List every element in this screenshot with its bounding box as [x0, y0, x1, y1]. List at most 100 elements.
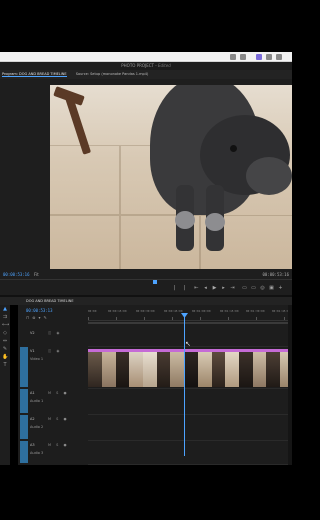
source-patch-a1[interactable] [20, 389, 28, 413]
mark-in-icon[interactable]: | [172, 286, 177, 291]
ruler-tick [116, 317, 117, 320]
tab-program[interactable]: Program: DOG AND BREAD TIMELINE [2, 72, 67, 77]
add-button-icon[interactable]: + [278, 286, 283, 291]
source-patch-v1[interactable] [20, 347, 28, 387]
play-icon[interactable]: ▶ [212, 286, 217, 291]
compare-icon[interactable]: ▣ [269, 286, 274, 291]
video-clip[interactable] [88, 349, 102, 387]
track-label: A2 [30, 417, 35, 421]
lane-a1[interactable] [88, 389, 292, 415]
lane-a3[interactable] [88, 441, 292, 465]
time-ruler[interactable]: 00:00 00:00:15:00 00:00:30:00 00:00:45:0… [88, 309, 292, 321]
video-clip[interactable] [143, 349, 157, 387]
letterbox-top [0, 0, 292, 52]
settings-icon[interactable] [266, 54, 272, 60]
floor-tile [50, 145, 120, 215]
timeline-toolbar: ⊓⊗▾✎ [26, 315, 50, 320]
go-to-in-icon[interactable]: ⇤ [194, 286, 199, 291]
lane-a2[interactable] [88, 415, 292, 441]
ripple-edit-icon[interactable]: ⟷ [2, 323, 9, 328]
video-clip[interactable] [198, 349, 212, 387]
timeline-settings-icon[interactable]: ✎ [44, 315, 50, 320]
step-back-icon[interactable]: ◂ [203, 286, 208, 291]
share-icon[interactable] [230, 54, 236, 60]
tab-source[interactable]: Source: Setup (mononoke Pandas 1.mp4) [76, 72, 149, 76]
source-patch-a3[interactable] [20, 441, 28, 463]
step-forward-icon[interactable]: ▸ [221, 286, 226, 291]
go-to-out-icon[interactable]: ⇥ [230, 286, 235, 291]
timeline-vertical-scrollbar[interactable] [288, 305, 292, 465]
video-clip[interactable] [239, 349, 253, 387]
track-header-v1: V1 Video 1 ◫ ◉ [18, 347, 88, 387]
dog-snout [246, 157, 292, 195]
program-timecode[interactable]: 00:00:53:16 [3, 272, 30, 277]
video-clip[interactable] [170, 349, 184, 387]
sequence-tab[interactable]: DOG AND BREAD TIMELINE [26, 299, 74, 303]
track-controls[interactable]: M S ● [48, 391, 69, 395]
overwrite-icon[interactable]: ▭ [251, 286, 256, 291]
track-controls[interactable]: M S ● [48, 417, 69, 421]
type-tool-icon[interactable]: T [2, 363, 8, 368]
letterbox-bottom [0, 465, 292, 520]
timeline-timecode[interactable]: 00:00:53:13 [26, 308, 53, 313]
ruler-label: 00:00:45:00 [164, 309, 183, 313]
workspace-icon[interactable] [256, 54, 262, 60]
track-headers: V2 ◫ ◉ V1 Video 1 ◫ ◉ A1 Audio 1 M S ● A… [18, 325, 88, 465]
dog-eye [230, 145, 237, 152]
track-header-a2: A2 Audio 2 M S ● [18, 415, 88, 439]
track-header-a3: A3 Audio 3 M S ● [18, 441, 88, 463]
mouse-cursor-icon: ↖ [185, 340, 191, 348]
ruler-label: 00:00:30:00 [136, 309, 155, 313]
video-clip[interactable] [157, 349, 170, 387]
program-duration: 00:00:53:16 [262, 272, 290, 277]
work-area-bar[interactable] [88, 322, 292, 324]
timeline-panel-header: DOG AND BREAD TIMELINE [0, 297, 292, 305]
ruler-label: 00:01:15:00 [220, 309, 239, 313]
insert-icon[interactable]: ▭ [242, 286, 247, 291]
export-frame-icon[interactable]: ◎ [260, 286, 265, 291]
razor-tool-icon[interactable]: ◇ [2, 331, 8, 336]
track-name: Audio 2 [30, 425, 44, 429]
video-clip[interactable] [116, 349, 129, 387]
fullscreen-icon[interactable] [240, 54, 246, 60]
track-header-v2: V2 ◫ ◉ [18, 329, 88, 345]
ruler-tick [256, 317, 257, 320]
source-patch-a2[interactable] [20, 415, 28, 439]
monitor-tabs: Program: DOG AND BREAD TIMELINE Source: … [0, 70, 292, 79]
video-clip[interactable] [266, 349, 280, 387]
track-controls[interactable]: ◫ ◉ [48, 349, 61, 353]
help-icon[interactable] [276, 54, 282, 60]
track-label: A3 [30, 443, 35, 447]
video-preview[interactable] [50, 85, 292, 269]
timeline-playhead-line [184, 316, 185, 456]
ruler-label: 00:01:00:00 [192, 309, 211, 313]
ruler-tick [228, 317, 229, 320]
track-label: V2 [30, 331, 35, 335]
track-label: A1 [30, 391, 35, 395]
ruler-tick [284, 317, 285, 320]
video-clips [88, 349, 292, 387]
selection-tool-icon[interactable]: ▲ [2, 307, 8, 312]
pen-tool-icon[interactable]: ✎ [2, 347, 8, 352]
track-name: Video 1 [30, 357, 44, 361]
mark-out-icon[interactable]: | [182, 286, 187, 291]
project-title: PHOTO PROJECT [121, 63, 154, 68]
video-clip[interactable] [225, 349, 239, 387]
dog-paw [175, 211, 195, 229]
track-controls[interactable]: ◫ ◉ [48, 331, 61, 335]
video-clip[interactable] [102, 349, 116, 387]
video-clip[interactable] [212, 349, 225, 387]
track-select-icon[interactable]: ⇉ [2, 315, 8, 320]
video-clip[interactable] [253, 349, 266, 387]
transport-controls: | | ⇤ ◂ ▶ ▸ ⇥ ▭ ▭ ◎ ▣ + [0, 284, 292, 294]
video-clip[interactable] [129, 349, 143, 387]
ruler-tick [144, 317, 145, 320]
os-menu-bar [0, 52, 292, 62]
slip-tool-icon[interactable]: ⇔ [2, 339, 8, 344]
floor-tile [50, 215, 120, 269]
video-clip[interactable] [184, 349, 198, 387]
track-controls[interactable]: M S ● [48, 443, 69, 447]
hand-tool-icon[interactable]: ✋ [2, 355, 8, 360]
ruler-label: 00:01:30:00 [246, 309, 265, 313]
fit-dropdown[interactable]: Fit [34, 272, 39, 277]
